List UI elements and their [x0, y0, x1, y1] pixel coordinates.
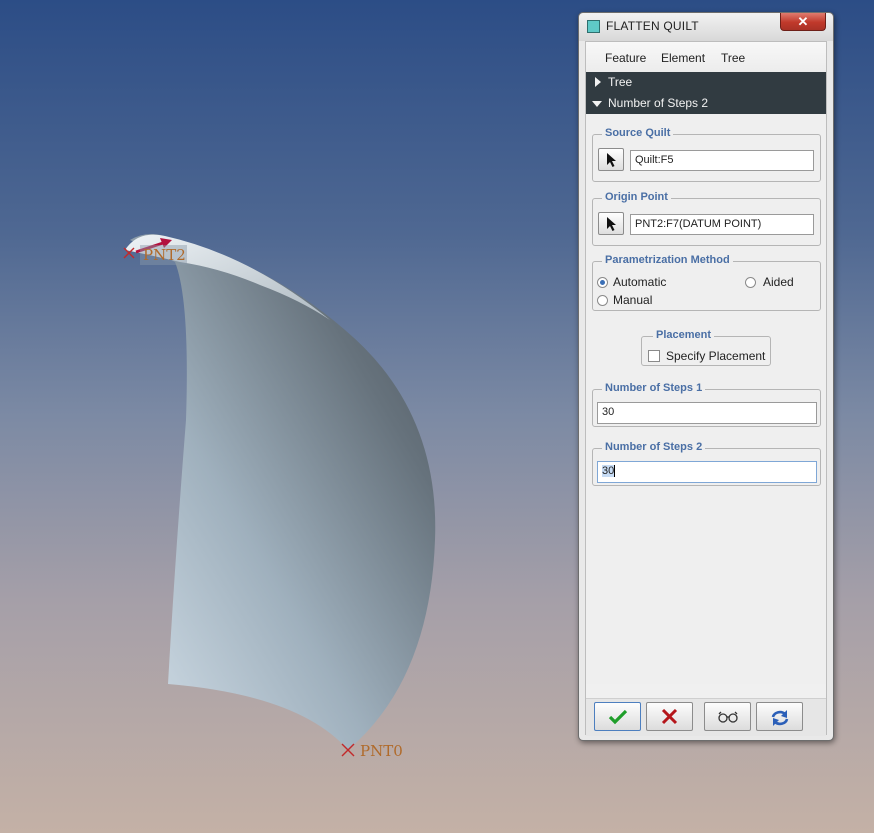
group-legend: Origin Point — [602, 191, 671, 203]
flatten-quilt-dialog: FLATTEN QUILT ✕ Feature Element Tree Tre… — [578, 12, 834, 741]
tree-row-label: Number of Steps 2 — [608, 96, 709, 110]
refresh-icon — [771, 710, 789, 726]
group-legend: Parametrization Method — [602, 254, 733, 266]
dialog-body: Feature Element Tree Tree Number of Step… — [585, 41, 827, 736]
radio-aided-label[interactable]: Aided — [763, 275, 794, 289]
x-icon — [661, 709, 678, 725]
tree-row-number-of-steps-2[interactable]: Number of Steps 2 — [586, 93, 826, 114]
origin-point-group: Origin Point PNT2:F7(DATUM POINT) — [592, 191, 821, 246]
source-quilt-group: Source Quilt Quilt:F5 — [592, 127, 821, 182]
collapse-arrow-icon — [592, 101, 602, 107]
tree-row-label: Tree — [608, 75, 633, 89]
menu-element[interactable]: Element — [661, 51, 705, 65]
radio-automatic[interactable] — [597, 277, 608, 288]
tree-row-tree[interactable]: Tree — [586, 72, 826, 93]
steps-2-input[interactable]: 30 — [597, 461, 817, 483]
source-quilt-field[interactable]: Quilt:F5 — [630, 150, 814, 171]
origin-point-field[interactable]: PNT2:F7(DATUM POINT) — [630, 214, 814, 235]
number-of-steps-2-group: Number of Steps 2 30 — [592, 441, 821, 486]
element-panel: Source Quilt Quilt:F5 Origin Point PNT2:… — [586, 114, 826, 684]
dialog-title: FLATTEN QUILT — [606, 19, 699, 33]
expand-arrow-icon — [595, 77, 601, 87]
ok-button[interactable] — [594, 702, 641, 731]
checkmark-icon — [608, 709, 628, 725]
menu-bar: Feature Element Tree — [586, 42, 826, 72]
app-icon — [587, 20, 600, 33]
menu-feature[interactable]: Feature — [605, 51, 646, 65]
radio-manual[interactable] — [597, 295, 608, 306]
radio-manual-label[interactable]: Manual — [613, 293, 652, 307]
repaint-button[interactable] — [756, 702, 803, 731]
point-marker-pnt2[interactable]: PNT2 — [123, 245, 187, 265]
group-legend: Placement — [653, 329, 715, 341]
group-legend: Number of Steps 1 — [602, 382, 706, 394]
glasses-icon — [718, 711, 738, 723]
cursor-arrow-icon — [607, 217, 616, 231]
placement-group: Placement Specify Placement — [641, 329, 771, 366]
parametrization-method-group: Parametrization Method Automatic Aided M… — [592, 254, 821, 311]
preview-button[interactable] — [704, 702, 751, 731]
radio-automatic-label[interactable]: Automatic — [613, 275, 666, 289]
group-legend: Source Quilt — [602, 127, 674, 139]
specify-placement-label[interactable]: Specify Placement — [666, 349, 765, 363]
dialog-footer — [586, 698, 826, 736]
number-of-steps-1-group: Number of Steps 1 30 — [592, 382, 821, 427]
group-legend: Number of Steps 2 — [602, 441, 706, 453]
dialog-titlebar[interactable]: FLATTEN QUILT ✕ — [579, 13, 833, 41]
radio-aided[interactable] — [745, 277, 756, 288]
close-button[interactable]: ✕ — [780, 13, 826, 31]
select-quilt-button[interactable] — [598, 148, 624, 171]
point-label-pnt2: PNT2 — [143, 246, 186, 264]
cursor-arrow-icon — [607, 153, 616, 167]
close-icon: ✕ — [797, 14, 809, 29]
cancel-button[interactable] — [646, 702, 693, 731]
select-origin-button[interactable] — [598, 212, 624, 235]
menu-tree[interactable]: Tree — [721, 51, 745, 65]
steps-2-value: 30 — [602, 465, 615, 477]
steps-1-input[interactable]: 30 — [597, 402, 817, 424]
point-label-pnt0: PNT0 — [360, 742, 403, 760]
specify-placement-checkbox[interactable] — [648, 350, 660, 362]
quilt-surface — [130, 234, 436, 750]
